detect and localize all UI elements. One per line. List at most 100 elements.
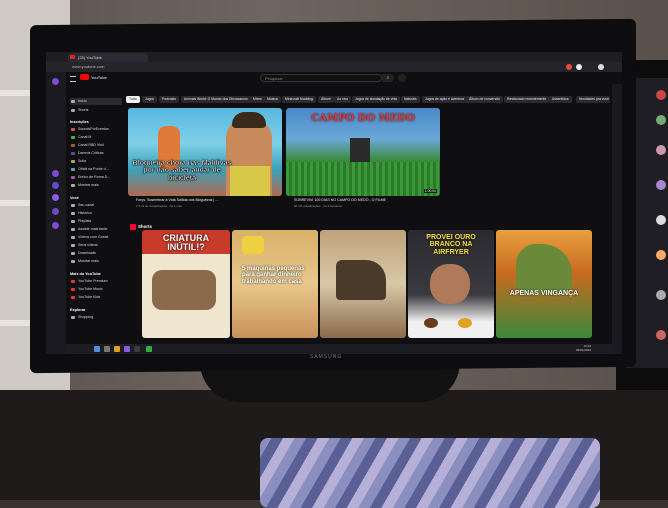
video-title[interactable]: SOBREVIVI 100 DIAS NO CAMPO DO MEDO - O … bbox=[294, 198, 386, 202]
chip[interactable]: Novidades pra você bbox=[576, 96, 610, 103]
video-meta: 90 mil visualizações · há 2 semanas bbox=[294, 204, 343, 208]
search-icon[interactable]: ⌕ bbox=[382, 74, 394, 82]
app-icon[interactable] bbox=[52, 194, 59, 201]
sidebar-item-music[interactable]: YouTube Music bbox=[70, 286, 122, 293]
short-card[interactable]: PROVEI OURO BRANCO NA AIRFRYER bbox=[408, 230, 494, 338]
app-icon[interactable] bbox=[52, 208, 59, 215]
clock-date: 09/01/2024 bbox=[576, 347, 592, 352]
machine-icon bbox=[242, 236, 264, 254]
sidebar-item-shorts[interactable]: Shorts bbox=[70, 107, 122, 114]
sidebar-item-shopping[interactable]: Shopping bbox=[70, 314, 122, 321]
search-taskbar-icon[interactable] bbox=[104, 346, 110, 352]
sidebar-item-subscription[interactable]: Enrico de Roma D... bbox=[70, 174, 122, 181]
short-caption: CRIATURA INÚTIL!? bbox=[162, 233, 210, 253]
sidebar-item-show-more[interactable]: Mostrar mais bbox=[70, 182, 122, 189]
video-title[interactable]: Forçs, Susembrar à Vida Saltida dos Blog… bbox=[136, 198, 218, 202]
search-input[interactable]: Pesquisar bbox=[260, 74, 382, 82]
sidebar-item-premium[interactable]: YouTube Premium bbox=[70, 278, 122, 285]
chat-avatar-icon bbox=[656, 215, 666, 225]
sidebar-item-your-channel[interactable]: Seu canal bbox=[70, 202, 122, 209]
sidebar-section-you[interactable]: Você bbox=[70, 196, 79, 200]
microphone-icon[interactable] bbox=[398, 74, 406, 82]
sidebar-item-history[interactable]: Histórico bbox=[70, 210, 122, 217]
chip[interactable]: Assentidos bbox=[549, 96, 572, 103]
sidebar-item-watch-later[interactable]: Assistir mais tarde bbox=[70, 226, 122, 233]
monitor-brand: SAMSUNG bbox=[310, 354, 343, 360]
sidebar-item-subscription[interactable]: Canal RBD Vinil bbox=[70, 142, 122, 149]
sidebar-item-liked-videos[interactable]: Vídeos com Gostei bbox=[70, 234, 122, 241]
sidebar-item-playlists[interactable]: Playlists bbox=[70, 218, 122, 225]
sidebar-section-subscriptions[interactable]: Inscrições bbox=[70, 120, 89, 124]
app-icon[interactable] bbox=[52, 222, 59, 229]
chip[interactable]: Ao vivo bbox=[334, 96, 352, 103]
file-explorer-icon[interactable] bbox=[114, 346, 120, 352]
sidebar-item-downloads[interactable]: Downloads bbox=[70, 250, 122, 257]
youtube-logo-icon[interactable] bbox=[80, 74, 89, 80]
chip[interactable]: Álbum bbox=[318, 96, 334, 103]
sidebar-item-subscription[interactable]: Canal M bbox=[70, 134, 122, 141]
sidebar-item-show-more[interactable]: Mostrar mais bbox=[70, 258, 122, 265]
sidebar-item-subscription[interactable]: Olhidi na Ponte d... bbox=[70, 166, 122, 173]
browser-tab[interactable]: (25) YouTube bbox=[68, 53, 148, 62]
chip[interactable]: Mixes bbox=[250, 96, 265, 103]
app-icon[interactable] bbox=[52, 170, 59, 177]
hamburger-menu-icon[interactable] bbox=[70, 76, 76, 82]
chip[interactable]: Podcasts bbox=[159, 96, 179, 103]
sidebar-item-kids[interactable]: YouTube Kids bbox=[70, 294, 122, 301]
dinosaur-figure bbox=[516, 244, 572, 294]
shorts-icon bbox=[130, 224, 136, 230]
chat-avatar-icon bbox=[656, 145, 666, 155]
chip[interactable]: Jogos bbox=[142, 96, 158, 103]
person-face bbox=[430, 264, 470, 304]
profile-avatar-icon[interactable] bbox=[598, 64, 604, 70]
youtube-logo-text[interactable]: YouTube bbox=[91, 74, 107, 81]
short-card[interactable] bbox=[320, 230, 406, 338]
youtube-favicon-icon bbox=[70, 55, 75, 59]
chip[interactable]: Restaurado recentemente bbox=[504, 96, 550, 103]
chocolate-item bbox=[458, 318, 472, 328]
short-caption: 5 máquinas pequenas para ganhar dinheiro… bbox=[242, 266, 305, 285]
url-field[interactable]: www.youtube.com bbox=[72, 64, 372, 70]
chat-avatar-icon bbox=[656, 90, 666, 100]
extension-icon[interactable] bbox=[566, 64, 572, 70]
chat-avatar-icon bbox=[656, 290, 666, 300]
sidebar-item-subscription[interactable]: Sulla bbox=[70, 158, 122, 165]
sidebar-item-home[interactable]: Início bbox=[70, 98, 122, 105]
video-thumbnail[interactable]: CAMPO DO MEDO 1:00:00 bbox=[286, 108, 440, 196]
browser-taskbar-icon[interactable] bbox=[124, 346, 130, 352]
chip[interactable]: Jogos de simulação de vida bbox=[352, 96, 400, 103]
workspace-icon[interactable] bbox=[52, 78, 59, 85]
sidebar-item-subscription[interactable]: SoundsPorEventos bbox=[70, 126, 122, 133]
desk-mat bbox=[260, 438, 600, 508]
thumbnail-caption: CAMPO DO MEDO bbox=[311, 113, 415, 124]
dinosaur-figure bbox=[336, 260, 386, 300]
chat-avatar-icon bbox=[656, 180, 666, 190]
taskbar-clock[interactable]: 15:40 09/01/2024 bbox=[576, 344, 592, 352]
start-menu-icon[interactable] bbox=[94, 346, 100, 352]
person-hair bbox=[232, 112, 266, 128]
app-taskbar-icon[interactable] bbox=[146, 346, 152, 352]
chip[interactable]: Jogos de ação e aventura bbox=[422, 96, 468, 103]
monitor-screen: (25) YouTube www.youtube.com YouTube Pes… bbox=[46, 52, 622, 354]
chip[interactable]: Animals World: O Mundo dos Dinossauros bbox=[181, 96, 251, 103]
app-icon[interactable] bbox=[52, 182, 59, 189]
app-taskbar-icon[interactable] bbox=[134, 346, 140, 352]
sidebar-item-your-videos[interactable]: Seus vídeos bbox=[70, 242, 122, 249]
extension-icon[interactable] bbox=[576, 64, 582, 70]
video-meta: 2.3 mi de visualizações · há 1 mês bbox=[136, 204, 183, 208]
chat-avatar-icon bbox=[656, 115, 666, 125]
scarecrow-figure bbox=[350, 138, 370, 162]
sidebar-item-subscription[interactable]: Damnís Críticas bbox=[70, 150, 122, 157]
short-caption: APENAS VINGANÇA bbox=[509, 290, 579, 297]
chip-all[interactable]: Tudo bbox=[126, 96, 140, 103]
chip[interactable]: Minecraft Modding bbox=[282, 96, 316, 103]
short-card[interactable]: 5 máquinas pequenas para ganhar dinheiro… bbox=[232, 230, 318, 338]
chip[interactable]: Álbum de conversão bbox=[466, 96, 503, 103]
short-card[interactable]: APENAS VINGANÇA bbox=[496, 230, 592, 338]
chip[interactable]: Naturais bbox=[401, 96, 420, 103]
sidebar-section-explore: Explorar bbox=[70, 308, 86, 312]
video-duration: 1:00:00 bbox=[423, 189, 437, 193]
chip[interactable]: Música bbox=[264, 96, 281, 103]
short-card[interactable]: CRIATURA INÚTIL!? bbox=[142, 230, 230, 338]
video-thumbnail[interactable]: Blogueira chora nas Maldivas por não sab… bbox=[128, 108, 282, 196]
